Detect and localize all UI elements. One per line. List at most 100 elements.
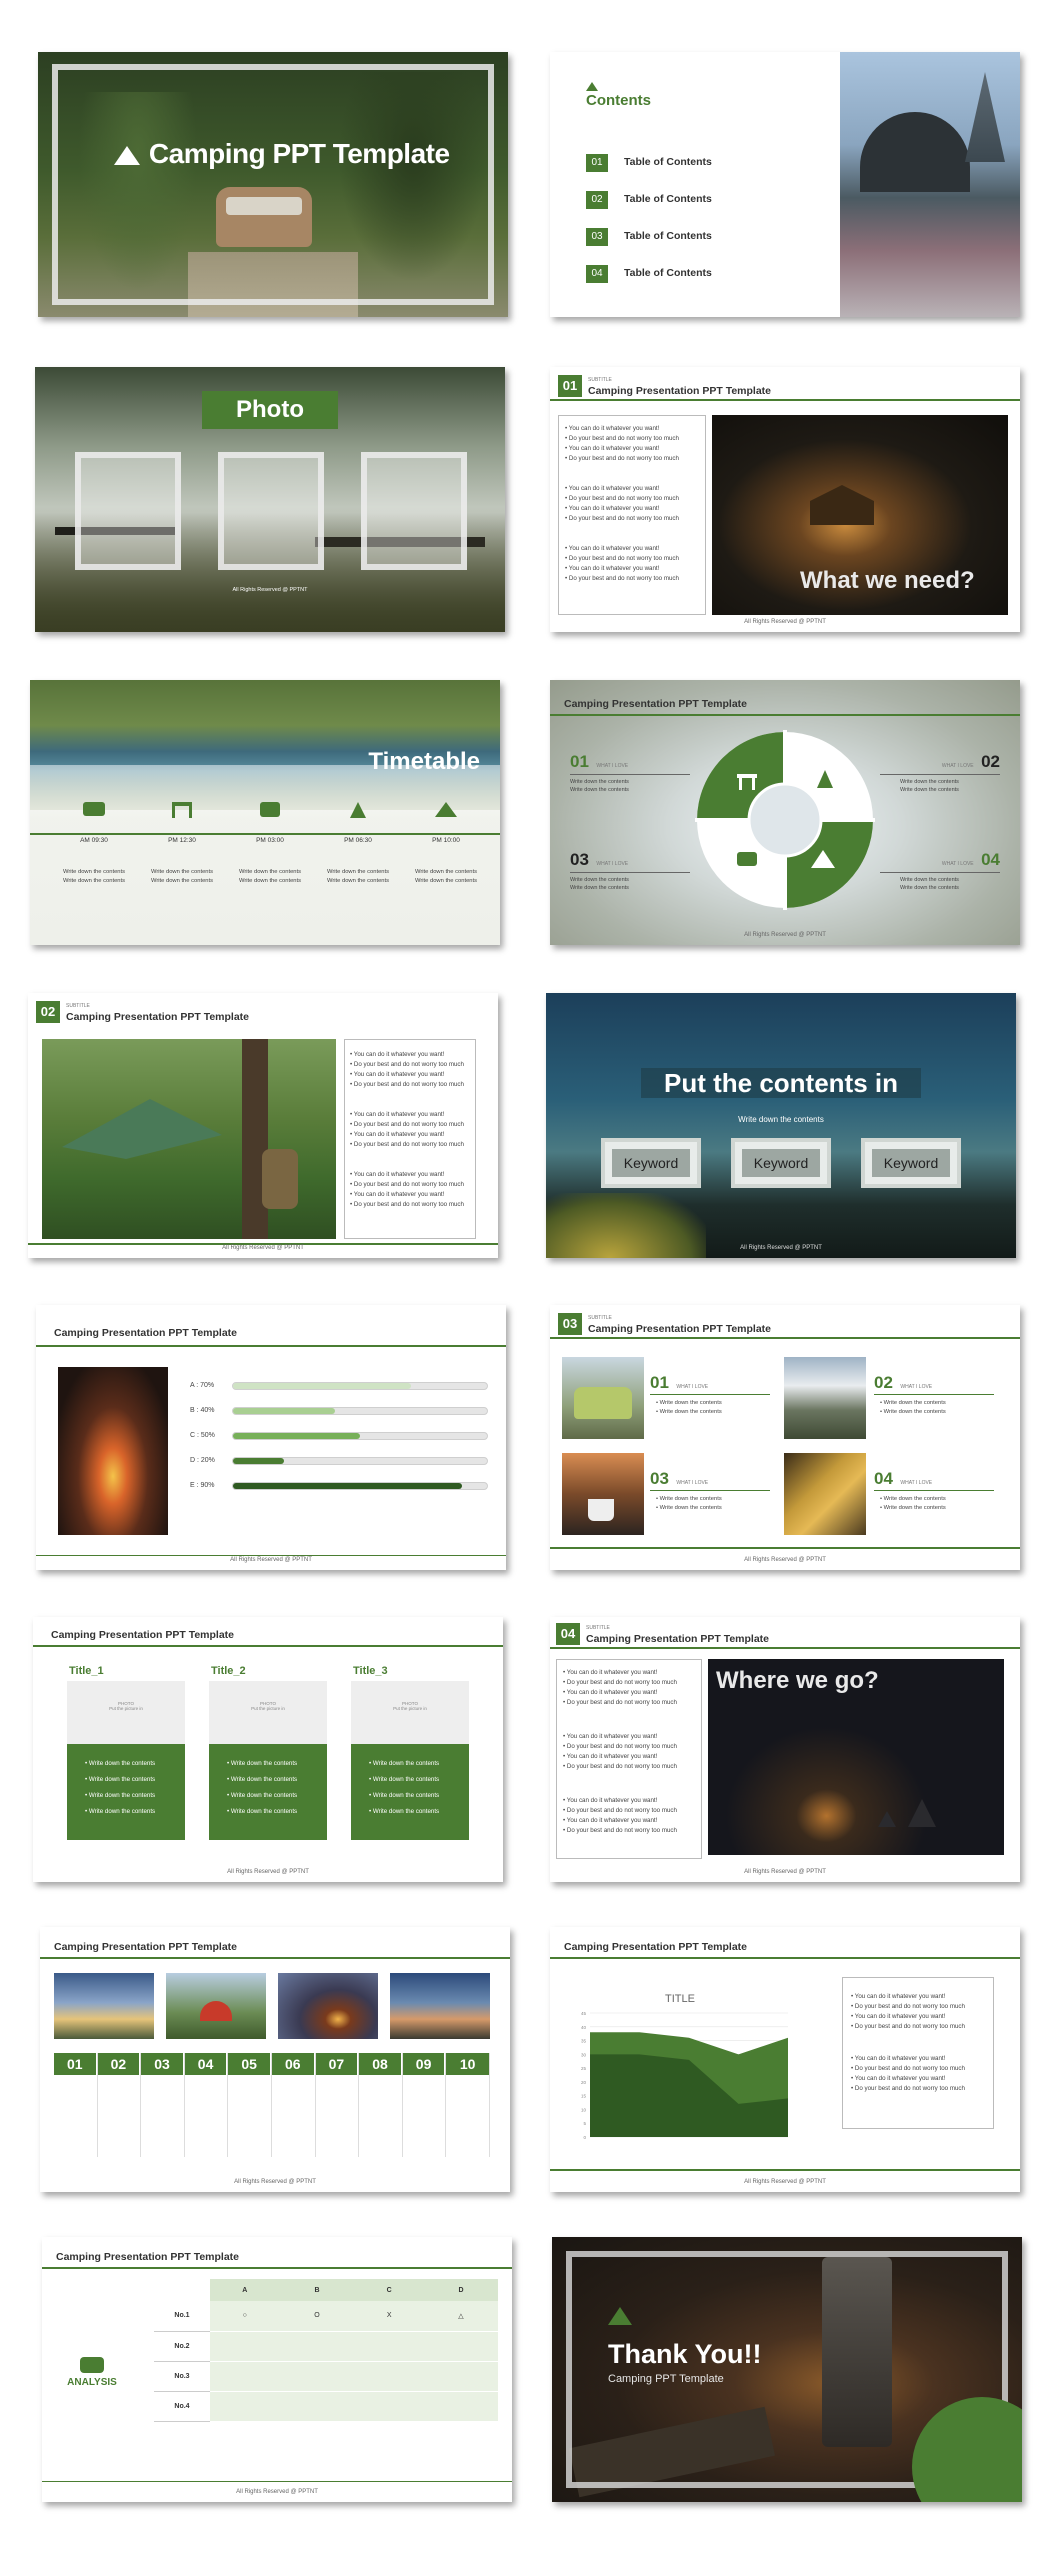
table-row[interactable]: No.1 ○ O X △ [154,2301,498,2332]
footer: All Rights Reserved @ PPTNT [236,2489,318,2495]
header-line [550,1957,1020,1959]
column-card[interactable]: Title_2 PHOTOPut the picture in Write do… [209,1665,327,1840]
y-tick-label: 20 [581,2080,587,2085]
y-tick-label: 30 [581,2052,587,2057]
contents-item[interactable]: 01 Table of Contents [586,152,712,189]
photo-placeholder[interactable]: PHOTO Put the picture in [351,1681,469,1744]
timetable-title: Timetable [368,748,480,775]
footer: All Rights Reserved @ PPTNT [744,1557,826,1563]
table-row[interactable]: No.3 [154,2361,498,2392]
photo-item-03: 03 WHAT I LOVE Write down the contentsWr… [650,1469,770,1513]
table-row[interactable]: No.2 [154,2331,498,2362]
slide-thank-you[interactable]: Thank You!! Camping PPT Template [552,2237,1022,2502]
progress-row: D : 20% [190,1457,488,1482]
timetable-band [30,765,500,945]
contents-title: Contents [586,92,651,109]
keywords-title-bar: Put the contents in [641,1068,921,1098]
header-title: Camping Presentation PPT Template [66,1011,250,1023]
slide-contents[interactable]: Contents 01 Table of Contents 02 Table of … [550,52,1020,317]
keyword-button[interactable]: Keyword [601,1138,701,1188]
column-card[interactable]: Title_1 PHOTOPut the picture in Write do… [67,1665,185,1840]
slide-what-we-need[interactable]: 01 SUBTITLE Camping Presentation PPT Tem… [550,367,1020,632]
progress-row: C : 50% [190,1432,488,1457]
photo-frame[interactable] [361,452,467,570]
footer: All Rights Reserved @ PPTNT [234,2179,316,2185]
grid-column[interactable]: 02 [97,2053,142,2157]
grid-column[interactable]: 03 [141,2053,185,2157]
slide-numbered-grid[interactable]: Camping Presentation PPT Template 01 02 … [40,1927,510,2192]
night-sky-photo [546,993,1016,1258]
slide-cover[interactable]: Camping PPT Template [38,52,508,317]
slide-tarp[interactable]: 02 SUBTITLE Camping Presentation PPT Tem… [28,993,498,1258]
subtitle: SUBTITLE [588,1315,612,1321]
photo-placeholder[interactable]: PHOTO Put the picture in [67,1681,185,1744]
photo-item-02: 02 WHAT I LOVE Write down the contentsWr… [874,1373,994,1417]
cover-title-row: Camping PPT Template [92,138,472,170]
picnic-table-icon [138,802,226,823]
footer-line [550,1547,1020,1549]
timeline-times: AM 09:30 PM 12:30 PM 03:00 PM 06:30 PM 1… [80,837,460,844]
section-number: 02 [36,1001,60,1023]
photo-placeholder[interactable]: PHOTO Put the picture in [209,1681,327,1744]
dusk-campfire-photo [278,1973,378,2039]
timeline-line [30,833,500,835]
bus-icon [50,802,138,823]
header-line [550,399,1020,401]
coffee-cup-photo [562,1453,644,1535]
bus-icon [80,2357,104,2373]
photo-frame[interactable] [75,452,181,570]
grid-column[interactable]: 05 [228,2053,272,2157]
header-line [550,714,1020,716]
slide-three-columns[interactable]: Camping Presentation PPT Template Title_… [33,1617,503,1882]
slide-area-chart[interactable]: Camping Presentation PPT Template TITLE … [550,1927,1020,2192]
header-line [36,1345,506,1347]
footer: All Rights Reserved @ PPTNT [744,2179,826,2185]
bullet-panel: You can do it whatever you want!Do your … [556,1659,702,1859]
grid-column[interactable]: 10 [446,2053,490,2157]
keyword-button[interactable]: Keyword [731,1138,831,1188]
table-row[interactable]: No.4 [154,2391,498,2422]
keyword-button[interactable]: Keyword [861,1138,961,1188]
grid-column[interactable]: 06 [271,2053,316,2157]
overlay-title: What we need? [800,567,975,594]
footer: All Rights Reserved @ PPTNT [744,619,826,625]
contents-item[interactable]: 04 Table of Contents [586,263,712,300]
subtitle: SUBTITLE [588,377,612,383]
quadrant-ring [695,730,875,910]
grid-column[interactable]: 04 [184,2053,229,2157]
slide-timetable[interactable]: Timetable AM 09:30 PM 12:30 PM 03:00 PM … [30,680,500,945]
contents-item[interactable]: 02 Table of Contents [586,189,712,226]
green-van-photo [562,1357,644,1439]
timeline-descriptions: Write down the contents Write down the co… [62,869,478,884]
header-title: Camping Presentation PPT Template [586,1633,770,1645]
y-tick-label: 45 [581,2011,587,2016]
slide-photo[interactable]: Photo All Rights Reserved @ PPTNT [35,367,505,632]
slide-analysis[interactable]: Camping Presentation PPT Template ANALYS… [42,2237,512,2502]
slide-quadrant[interactable]: Camping Presentation PPT Template 01 WHA… [550,680,1020,945]
progress-list: A : 70% B : 40% C : 50% D : 20% E : 90% [190,1382,488,1507]
photo-frame[interactable] [218,452,324,570]
progress-fill [233,1408,335,1414]
grid-column[interactable]: 08 [359,2053,403,2157]
progress-track [232,1457,488,1465]
progress-fill [233,1433,360,1439]
grid-column[interactable]: 07 [315,2053,360,2157]
header-title: Camping Presentation PPT Template [54,1941,238,1953]
progress-row: B : 40% [190,1407,488,1432]
slide-four-photos[interactable]: 03 SUBTITLE Camping Presentation PPT Tem… [550,1305,1020,1570]
grid-column[interactable]: 09 [402,2053,447,2157]
progress-track [232,1432,488,1440]
tent-icon [586,82,598,92]
progress-fill [233,1483,462,1489]
grid-column[interactable]: 01 [54,2053,98,2157]
slide-where-we-go[interactable]: 04 SUBTITLE Camping Presentation PPT Tem… [550,1617,1020,1882]
camera-icon [226,802,314,823]
slide-progress[interactable]: Camping Presentation PPT Template A : 70… [36,1305,506,1570]
column-card[interactable]: Title_3 PHOTOPut the picture in Write do… [351,1665,469,1840]
slide-keywords[interactable]: Put the contents in Write down the conte… [546,993,1016,1258]
header-title: Camping Presentation PPT Template [588,1323,772,1335]
number-grid: 01 02 03 04 05 06 07 08 09 10 [54,2053,490,2157]
contents-item[interactable]: 03 Table of Contents [586,226,712,263]
bullet-panel: You can do it whatever you want!Do your … [842,1977,994,2129]
y-tick-label: 10 [581,2107,587,2112]
